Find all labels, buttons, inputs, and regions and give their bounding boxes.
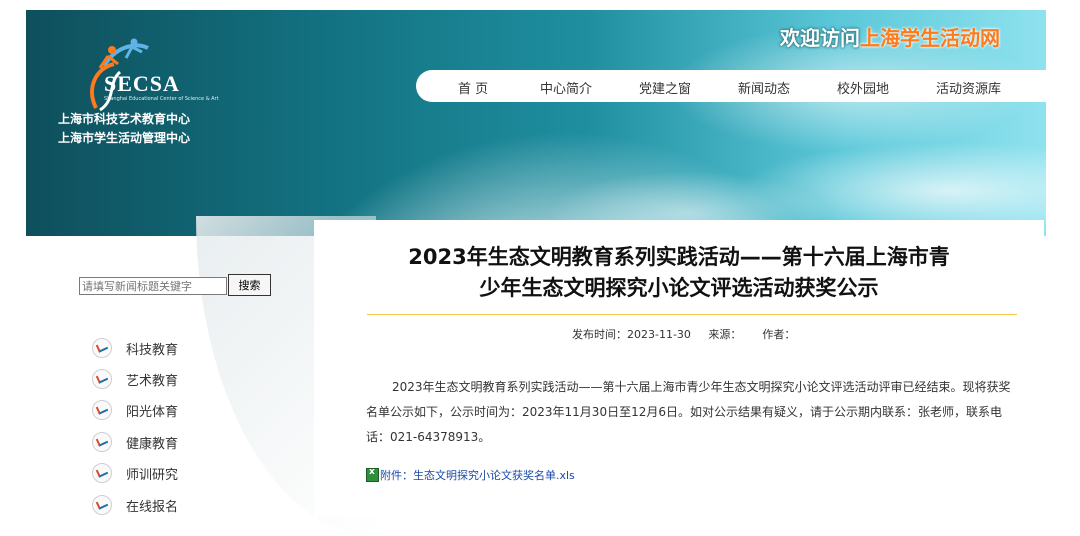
article-title-line2: 少年生态文明探究小论文评选活动获奖公示 bbox=[479, 276, 879, 300]
nav-item-resources[interactable]: 活动资源库 bbox=[936, 78, 1001, 97]
article-panel: 2023年生态文明教育系列实践活动——第十六届上海市青 少年生态文明探究小论文评… bbox=[314, 220, 1044, 517]
article-title: 2023年生态文明教育系列实践活动——第十六届上海市青 少年生态文明探究小论文评… bbox=[314, 242, 1044, 304]
welcome-prefix: 欢迎访问 bbox=[780, 26, 860, 50]
nav-item-news[interactable]: 新闻动态 bbox=[738, 78, 790, 97]
org-name-line1: 上海市科技艺术教育中心 bbox=[58, 112, 191, 126]
secsa-bullet-icon bbox=[92, 369, 112, 389]
sidebar-item-training[interactable]: 师训研究 bbox=[92, 463, 178, 483]
logo-subtext: Shanghai Educational Center of Science &… bbox=[104, 96, 219, 102]
sidebar-item-label: 在线报名 bbox=[126, 499, 179, 515]
sidebar-item-health[interactable]: 健康教育 bbox=[92, 432, 178, 452]
attachment-link[interactable]: 附件：生态文明探究小论文获奖名单.xls bbox=[366, 467, 575, 483]
article-meta: 发布时间：2023-11-30 来源： 作者： bbox=[572, 328, 796, 341]
sidebar-item-registration[interactable]: 在线报名 bbox=[92, 495, 178, 515]
nav-item-home[interactable]: 首 页 bbox=[458, 78, 488, 97]
welcome-site-name: 上海学生活动网 bbox=[860, 26, 1000, 50]
secsa-bullet-icon bbox=[92, 495, 112, 515]
sidebar-item-label: 阳光体育 bbox=[126, 404, 179, 420]
search-button[interactable]: 搜索 bbox=[228, 274, 271, 296]
sidebar-item-art[interactable]: 艺术教育 bbox=[92, 369, 178, 389]
nav-item-about[interactable]: 中心简介 bbox=[540, 78, 592, 97]
article-title-line1: 2023年生态文明教育系列实践活动——第十六届上海市青 bbox=[408, 245, 950, 269]
secsa-bullet-icon bbox=[92, 432, 112, 452]
sidebar-item-label: 科技教育 bbox=[126, 342, 179, 358]
sidebar-item-label: 艺术教育 bbox=[126, 373, 179, 389]
org-name-line2: 上海市学生活动管理中心 bbox=[58, 131, 191, 145]
nav-item-party[interactable]: 党建之窗 bbox=[639, 78, 691, 97]
title-divider bbox=[367, 314, 1017, 315]
sidebar-item-label: 健康教育 bbox=[126, 436, 179, 452]
sidebar-item-sports[interactable]: 阳光体育 bbox=[92, 400, 178, 420]
secsa-bullet-icon bbox=[92, 338, 112, 358]
main-nav: 首 页 中心简介 党建之窗 新闻动态 校外园地 活动资源库 bbox=[416, 70, 1046, 102]
article-body: 2023年生态文明教育系列实践活动——第十六届上海市青少年生态文明探究小论文评选… bbox=[366, 380, 1011, 444]
excel-file-icon bbox=[366, 467, 379, 482]
welcome-banner: 欢迎访问上海学生活动网 bbox=[780, 22, 1000, 51]
secsa-bullet-icon bbox=[92, 400, 112, 420]
news-search-input[interactable] bbox=[79, 277, 227, 295]
nav-item-campus[interactable]: 校外园地 bbox=[837, 78, 889, 97]
sidebar-item-science[interactable]: 科技教育 bbox=[92, 338, 178, 358]
sidebar-item-label: 师训研究 bbox=[126, 467, 179, 483]
secsa-bullet-icon bbox=[92, 463, 112, 483]
attachment-label: 附件：生态文明探究小论文获奖名单.xls bbox=[380, 469, 575, 482]
site-header: SECSA Shanghai Educational Center of Sci… bbox=[26, 10, 1046, 236]
left-sidebar: 搜索 科技教育 艺术教育 阳光体育 健康教育 师训研究 在线报名 bbox=[26, 216, 376, 536]
logo-text: SECSA bbox=[104, 71, 180, 96]
